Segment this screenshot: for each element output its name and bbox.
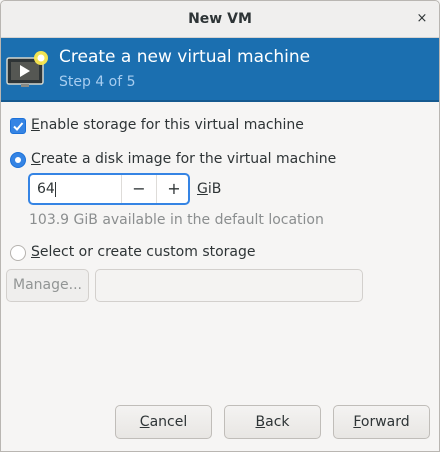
enable-storage-label[interactable]: Enable storage for this virtual machine <box>31 117 304 133</box>
create-disk-image-radio[interactable] <box>10 152 26 168</box>
manage-button[interactable]: Manage... <box>6 269 89 302</box>
decrement-button[interactable]: − <box>121 175 156 203</box>
title-bar[interactable]: New VM × <box>1 1 439 38</box>
wizard-header-banner: Create a new virtual machine Step 4 of 5 <box>1 38 439 102</box>
create-disk-text: reate a disk image for the virtual machi… <box>40 151 337 167</box>
increment-button[interactable]: + <box>156 175 191 203</box>
custom-storage-label[interactable]: Select or create custom storage <box>31 244 256 260</box>
banner-title: Create a new virtual machine <box>59 47 311 67</box>
back-mnemonic: B <box>255 414 266 430</box>
create-disk-mnemonic: C <box>31 151 41 167</box>
forward-text: orward <box>360 414 410 430</box>
vm-monitor-icon <box>6 51 48 87</box>
close-icon[interactable]: × <box>413 10 431 28</box>
size-unit-mnemonic: G <box>197 181 208 197</box>
enable-storage-text: nable storage for this virtual machine <box>39 117 304 133</box>
size-unit-text: iB <box>207 181 222 197</box>
enable-storage-checkbox[interactable] <box>10 118 26 134</box>
disk-size-spinbutton[interactable]: 64 − + <box>28 173 190 205</box>
cancel-button[interactable]: Cancel <box>115 405 212 439</box>
custom-storage-path-field[interactable] <box>95 269 363 302</box>
available-space-hint: 103.9 GiB available in the default locat… <box>29 212 324 228</box>
custom-storage-mnemonic: S <box>31 244 40 260</box>
disk-size-input[interactable]: 64 <box>37 175 55 203</box>
back-button[interactable]: Back <box>224 405 321 439</box>
create-disk-image-label[interactable]: Create a disk image for the virtual mach… <box>31 151 336 167</box>
custom-storage-text: elect or create custom storage <box>39 244 256 260</box>
cancel-text: ancel <box>149 414 188 430</box>
custom-storage-radio[interactable] <box>10 245 26 261</box>
banner-step-indicator: Step 4 of 5 <box>59 74 136 90</box>
new-vm-window: New VM × Create a new virtual machine St… <box>0 0 440 452</box>
size-unit-label: GiB <box>197 181 221 197</box>
enable-storage-mnemonic: E <box>31 117 40 133</box>
forward-mnemonic: F <box>353 414 361 430</box>
checkmark-icon <box>13 122 24 131</box>
forward-button[interactable]: Forward <box>333 405 430 439</box>
back-text: ack <box>265 414 290 430</box>
text-caret <box>55 182 56 197</box>
cancel-mnemonic: C <box>139 414 150 430</box>
window-title: New VM <box>188 11 252 27</box>
